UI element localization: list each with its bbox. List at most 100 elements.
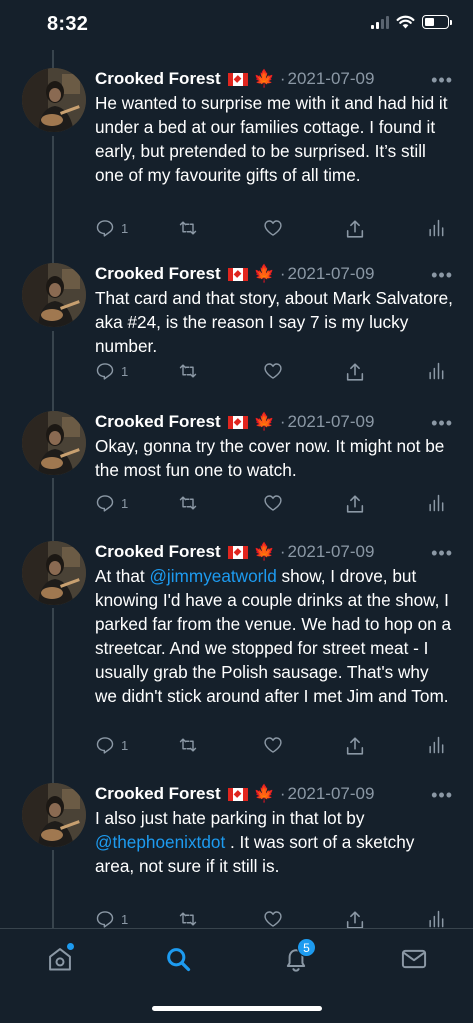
mention-link[interactable]: @jimmyeatworld (149, 566, 276, 586)
heart-icon (264, 737, 282, 753)
reply-button[interactable]: 1 (95, 493, 128, 513)
tweet-header: Crooked Forest 🍁 · 2021-07-09 (95, 263, 455, 285)
avatar[interactable] (22, 783, 86, 847)
heart-icon (264, 911, 282, 927)
tweet-text: Okay, gonna try the cover now. It might … (95, 434, 455, 482)
author-name[interactable]: Crooked Forest (95, 784, 221, 804)
tweet-text-segment: That card and that story, about Mark Sal… (95, 288, 453, 356)
share-button[interactable] (344, 493, 366, 515)
retweet-button[interactable] (177, 735, 199, 755)
tweet-actions: 1 (95, 493, 455, 517)
tweet-actions: 1 (95, 735, 455, 759)
tweet-text: At that @jimmyeatworld show, I drove, bu… (95, 564, 455, 708)
more-options-icon[interactable]: ••• (431, 543, 453, 564)
battery-icon (422, 15, 452, 29)
avatar-photo (22, 68, 86, 132)
like-button[interactable] (262, 909, 284, 929)
reply-button[interactable]: 1 (95, 218, 128, 238)
reply-count: 1 (121, 911, 129, 927)
tweet-date[interactable]: 2021-07-09 (287, 542, 374, 562)
search-icon (167, 948, 191, 972)
analytics-icon (429, 362, 444, 380)
avatar[interactable] (22, 411, 86, 475)
tweet-header: Crooked Forest 🍁 · 2021-07-09 (95, 783, 455, 805)
retweet-button[interactable] (177, 493, 199, 513)
heart-icon (264, 220, 282, 236)
retweet-icon (179, 496, 197, 510)
tweet-date[interactable]: 2021-07-09 (287, 264, 374, 284)
reply-count: 1 (121, 363, 129, 379)
maple-leaf-icon: 🍁 (253, 412, 275, 431)
maple-leaf-icon: 🍁 (253, 69, 275, 88)
thread-line (52, 331, 54, 411)
reply-button[interactable]: 1 (95, 735, 128, 755)
tweet-content: Crooked Forest 🍁 · 2021-07-09 ••• At tha… (95, 541, 455, 708)
retweet-button[interactable] (177, 361, 199, 381)
share-button[interactable] (344, 735, 366, 757)
retweet-icon (179, 221, 197, 235)
avatar[interactable] (22, 263, 86, 327)
like-button[interactable] (262, 361, 284, 381)
analytics-button[interactable] (426, 493, 446, 513)
tweet-text: He wanted to surprise me with it and had… (95, 91, 455, 187)
analytics-icon (429, 910, 444, 928)
cellular-signal-icon (371, 15, 389, 29)
avatar[interactable] (22, 68, 86, 132)
analytics-button[interactable] (426, 361, 446, 381)
tweet-date[interactable]: 2021-07-09 (287, 784, 374, 804)
reply-icon (96, 363, 114, 380)
analytics-button[interactable] (426, 735, 446, 755)
share-icon (346, 737, 364, 755)
thread-line (52, 478, 54, 541)
share-button[interactable] (344, 361, 366, 383)
share-icon (346, 220, 364, 238)
status-icons (371, 15, 452, 29)
canadian-flag-icon (227, 267, 248, 281)
tab-home[interactable] (44, 943, 76, 975)
analytics-button[interactable] (426, 218, 446, 238)
analytics-icon (429, 736, 444, 754)
more-options-icon[interactable]: ••• (431, 785, 453, 806)
avatar-photo (22, 541, 86, 605)
tab-notifications[interactable]: 5 (280, 938, 316, 975)
reply-button[interactable]: 1 (95, 361, 128, 381)
more-options-icon[interactable]: ••• (431, 413, 453, 434)
more-options-icon[interactable]: ••• (431, 70, 453, 91)
share-button[interactable] (344, 218, 366, 240)
home-unread-dot (67, 943, 74, 950)
author-name[interactable]: Crooked Forest (95, 264, 221, 284)
author-name[interactable]: Crooked Forest (95, 412, 221, 432)
analytics-icon (429, 494, 444, 512)
mention-link[interactable]: @thephoenixtdot (95, 832, 225, 852)
analytics-button[interactable] (426, 909, 446, 929)
separator-dot: · (279, 542, 286, 561)
more-options-icon[interactable]: ••• (431, 265, 453, 286)
tweet-date[interactable]: 2021-07-09 (287, 69, 374, 89)
like-button[interactable] (262, 735, 284, 755)
retweet-button[interactable] (177, 909, 199, 929)
like-button[interactable] (262, 218, 284, 238)
tweet-text: That card and that story, about Mark Sal… (95, 286, 455, 358)
canadian-flag-icon (227, 787, 248, 801)
retweet-icon (179, 364, 197, 378)
tab-messages[interactable] (398, 943, 430, 975)
tweet-date[interactable]: 2021-07-09 (287, 412, 374, 432)
thread-line (52, 50, 54, 68)
author-name[interactable]: Crooked Forest (95, 69, 221, 89)
maple-leaf-icon: 🍁 (253, 784, 275, 803)
tweet-header: Crooked Forest 🍁 · 2021-07-09 (95, 541, 455, 563)
retweet-button[interactable] (177, 218, 199, 238)
reply-button[interactable]: 1 (95, 909, 128, 929)
reply-count: 1 (121, 220, 129, 236)
reply-icon (96, 911, 114, 928)
tweet-actions: 1 (95, 361, 455, 385)
author-name[interactable]: Crooked Forest (95, 542, 221, 562)
tab-search[interactable] (162, 943, 194, 975)
status-bar: 8:32 (0, 0, 473, 50)
share-icon (346, 495, 364, 513)
avatar[interactable] (22, 541, 86, 605)
home-indicator (152, 1006, 322, 1011)
tweet-header: Crooked Forest 🍁 · 2021-07-09 (95, 411, 455, 433)
reply-icon (96, 495, 114, 512)
like-button[interactable] (262, 493, 284, 513)
